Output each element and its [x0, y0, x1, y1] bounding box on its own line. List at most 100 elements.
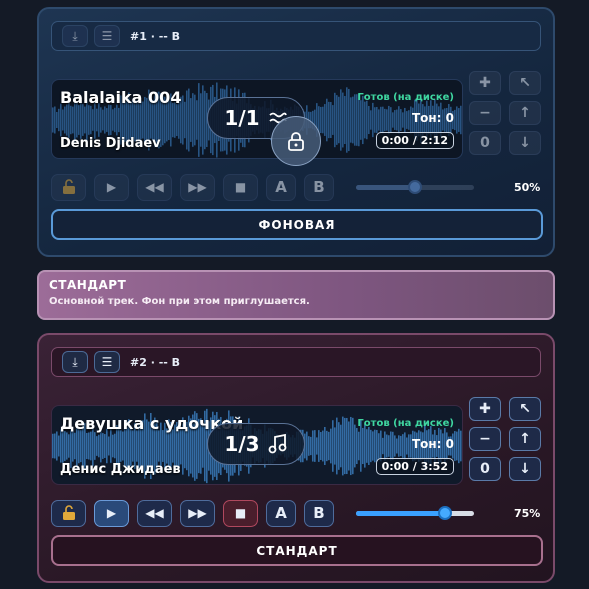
b-button[interactable]: B — [304, 173, 334, 201]
waveform-bar — [404, 107, 406, 133]
waveform-bar — [384, 431, 386, 461]
waveform-bar — [96, 436, 98, 456]
tone-reset-button[interactable]: 0 — [469, 457, 501, 481]
stop-button[interactable]: ■ — [223, 173, 258, 201]
waveform-bar — [322, 106, 324, 134]
a-button[interactable]: A — [266, 499, 296, 527]
expand-button[interactable]: ↖ — [509, 71, 541, 95]
volume-knob[interactable] — [437, 506, 452, 520]
rewind-button[interactable]: ◀◀ — [137, 173, 172, 201]
waveform-bar — [108, 104, 110, 136]
mode-button[interactable]: ФОНОВАЯ — [51, 209, 543, 240]
move-up-button[interactable]: ↑ — [509, 427, 541, 451]
waveform-bar — [202, 85, 204, 155]
waveform-bar — [352, 96, 354, 144]
expand-button[interactable]: ↖ — [509, 397, 541, 421]
tone-reset-button[interactable]: 0 — [469, 131, 501, 155]
waveform-bar — [306, 431, 308, 461]
waveform-bar — [370, 429, 372, 463]
waveform-bar — [188, 88, 190, 152]
waveform-bar — [406, 111, 408, 129]
waveform-bar — [364, 424, 366, 468]
waveform-bar — [56, 111, 58, 129]
player-deck-2: ⤓ ☰ #2 · -- B Девушка с удочкой Денис Дж… — [37, 333, 555, 583]
download-button[interactable]: ⤓ — [62, 25, 88, 47]
tone-minus-button[interactable]: − — [469, 427, 501, 451]
waveform-bar — [166, 428, 168, 464]
tone-plus-button[interactable]: ✚ — [469, 397, 501, 421]
waveform-bar — [388, 435, 390, 457]
waveform-bar — [62, 429, 64, 463]
waveform-bar — [346, 87, 348, 153]
move-up-button[interactable]: ↑ — [509, 101, 541, 125]
waveform-bar — [104, 434, 106, 458]
move-down-button[interactable]: ↓ — [509, 457, 541, 481]
waveform-bar — [102, 109, 104, 131]
waveform-bar — [108, 436, 110, 456]
waveform-bar — [62, 109, 64, 131]
download-button[interactable]: ⤓ — [62, 351, 88, 373]
waveform-bar — [314, 430, 316, 462]
waveform-bar — [354, 94, 356, 146]
track-counter[interactable]: 1/3 — [207, 423, 305, 465]
forward-button[interactable]: ▶▶ — [180, 173, 215, 201]
play-button[interactable]: ▶ — [94, 173, 129, 201]
mode-button[interactable]: СТАНДАРТ — [51, 535, 543, 566]
waveform-bar — [316, 437, 318, 455]
waveform-bar — [354, 424, 356, 468]
waveform-bar — [172, 429, 174, 463]
b-button[interactable]: B — [304, 499, 334, 527]
menu-icon: ☰ — [101, 355, 113, 369]
waveform-bar — [390, 431, 392, 461]
waveform-bar — [330, 428, 332, 464]
deck-label: #2 · -- B — [130, 355, 181, 369]
info-description: Основной трек. Фон при этом приглушается… — [49, 296, 310, 307]
waveform-bar — [396, 109, 398, 131]
play-icon: ▶ — [106, 180, 117, 194]
a-button[interactable]: A — [266, 173, 296, 201]
fast-forward-icon: ▶▶ — [188, 180, 207, 194]
waveform-bar — [462, 427, 463, 464]
volume-fill — [356, 185, 415, 190]
waveform-bar — [348, 421, 350, 471]
tone-plus-button[interactable]: ✚ — [469, 71, 501, 95]
lock-button[interactable] — [51, 173, 86, 201]
waveform-bar — [386, 434, 388, 458]
lock-button[interactable] — [51, 499, 86, 527]
waveform-bar — [54, 106, 56, 134]
waveform-bar — [104, 106, 106, 134]
waveform-bar — [106, 108, 108, 132]
rewind-button[interactable]: ◀◀ — [137, 499, 172, 527]
volume-slider[interactable] — [356, 180, 474, 194]
track-waveform[interactable]: Девушка с удочкой Денис Джидаев Готов (н… — [51, 405, 463, 485]
volume-knob[interactable] — [408, 180, 422, 194]
waveform-bar — [408, 434, 410, 458]
fast-forward-icon: ▶▶ — [188, 506, 207, 520]
waveform-bar — [100, 429, 102, 463]
waveform-bar — [324, 426, 326, 466]
volume-value: 75% — [514, 506, 541, 520]
move-down-button[interactable]: ↓ — [509, 131, 541, 155]
track-artist: Денис Джидаев — [60, 462, 181, 477]
menu-button[interactable]: ☰ — [94, 25, 120, 47]
waveform-bar — [72, 430, 74, 462]
waveform-bar — [380, 430, 382, 462]
waveform-bar — [350, 416, 352, 476]
menu-button[interactable]: ☰ — [94, 351, 120, 373]
play-button[interactable]: ▶ — [94, 499, 129, 527]
tone-minus-button[interactable]: − — [469, 101, 501, 125]
waveform-bar — [98, 434, 100, 458]
waveform-bar — [398, 106, 400, 134]
waveform-bar — [458, 108, 460, 132]
waveform-bar — [392, 431, 394, 461]
forward-button[interactable]: ▶▶ — [180, 499, 215, 527]
track-artist: Denis Djidaev — [60, 136, 161, 151]
lock-overlay[interactable] — [271, 116, 321, 166]
volume-slider[interactable] — [356, 506, 474, 520]
track-waveform[interactable]: Balalaika 004 Denis Djidaev Готов (на ди… — [51, 79, 463, 159]
stop-button[interactable]: ■ — [223, 499, 258, 527]
waveform-bar — [332, 105, 334, 135]
track-title: Balalaika 004 — [60, 88, 182, 107]
waveform-bar — [360, 100, 362, 140]
waveform-bar — [334, 427, 336, 465]
